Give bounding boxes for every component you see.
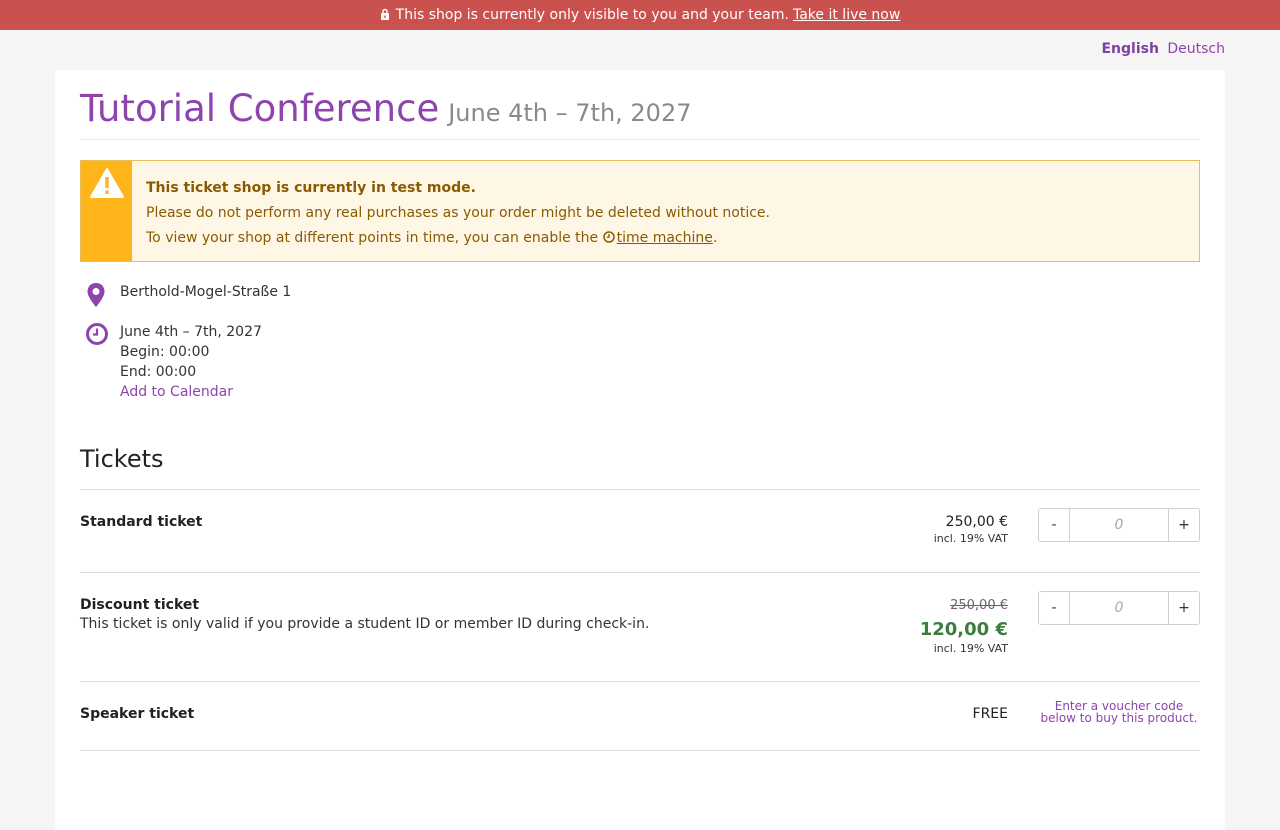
take-live-link[interactable]: Take it live now [793,7,900,23]
map-marker-icon [80,282,120,312]
discounted-price: 120,00 € [919,619,1008,640]
alert-title: This ticket shop is currently in test mo… [146,180,476,196]
quantity-stepper: - + [1038,508,1200,542]
test-mode-alert: This ticket shop is currently in test mo… [80,160,1200,262]
alert-message: Please do not perform any real purchases… [146,205,770,221]
ticket-vat: incl. 19% VAT [933,642,1008,655]
language-english[interactable]: English [1101,41,1158,57]
warning-icon [81,161,132,261]
quantity-input[interactable] [1069,592,1169,624]
language-switcher: English Deutsch [1101,41,1225,57]
lock-icon [380,8,390,24]
ticket-name: Speaker ticket [80,706,195,722]
ticket-row-standard: Standard ticket 250,00 € incl. 19% VAT -… [80,490,1200,572]
schedule-row: June 4th – 7th, 2027 Begin: 00:00 End: 0… [80,322,1200,402]
time-machine-link[interactable]: time machine [617,230,713,246]
divider [80,750,1200,751]
banner-text: This shop is currently only visible to y… [395,7,789,23]
ticket-row-discount: Discount ticket This ticket is only vali… [80,573,1200,681]
increase-button[interactable]: + [1169,592,1199,624]
ticket-price: FREE [972,706,1008,722]
ticket-vat: incl. 19% VAT [933,532,1008,545]
preview-banner: This shop is currently only visible to y… [0,0,1280,30]
event-title: Tutorial Conference [80,87,440,130]
decrease-button[interactable]: - [1039,592,1069,624]
alert-time-machine-line: To view your shop at different points in… [146,226,770,252]
alert-time-machine-text: To view your shop at different points in… [146,230,599,246]
ticket-row-speaker: Speaker ticket FREE Enter a voucher code… [80,682,1200,750]
voucher-note: Enter a voucher code below to buy this p… [1040,699,1198,725]
schedule-end: End: 00:00 [120,364,197,380]
location-row: Berthold-Mogel-Straße 1 [80,282,1200,312]
decrease-button[interactable]: - [1039,509,1069,541]
add-to-calendar-link[interactable]: Add to Calendar [120,384,233,400]
language-deutsch[interactable]: Deutsch [1167,41,1225,57]
ticket-name: Standard ticket [80,514,203,530]
ticket-price: 250,00 € [945,514,1008,530]
address-text: Berthold-Mogel-Straße 1 [120,284,292,300]
event-header: Tutorial Conference June 4th – 7th, 2027 [80,87,1200,140]
clock-icon [602,227,615,252]
ticket-description: This ticket is only valid if you provide… [80,616,650,632]
main-card: Tutorial Conference June 4th – 7th, 2027… [55,70,1225,830]
schedule-begin: Begin: 00:00 [120,344,210,360]
increase-button[interactable]: + [1169,509,1199,541]
ticket-name: Discount ticket [80,597,200,613]
alert-period: . [712,230,718,246]
original-price: 250,00 € [950,598,1008,613]
quantity-input[interactable] [1069,509,1169,541]
event-dates: June 4th – 7th, 2027 [448,99,692,127]
tickets-heading: Tickets [80,445,164,473]
schedule-dates: June 4th – 7th, 2027 [120,324,262,340]
clock-icon [80,322,120,402]
quantity-stepper: - + [1038,591,1200,625]
